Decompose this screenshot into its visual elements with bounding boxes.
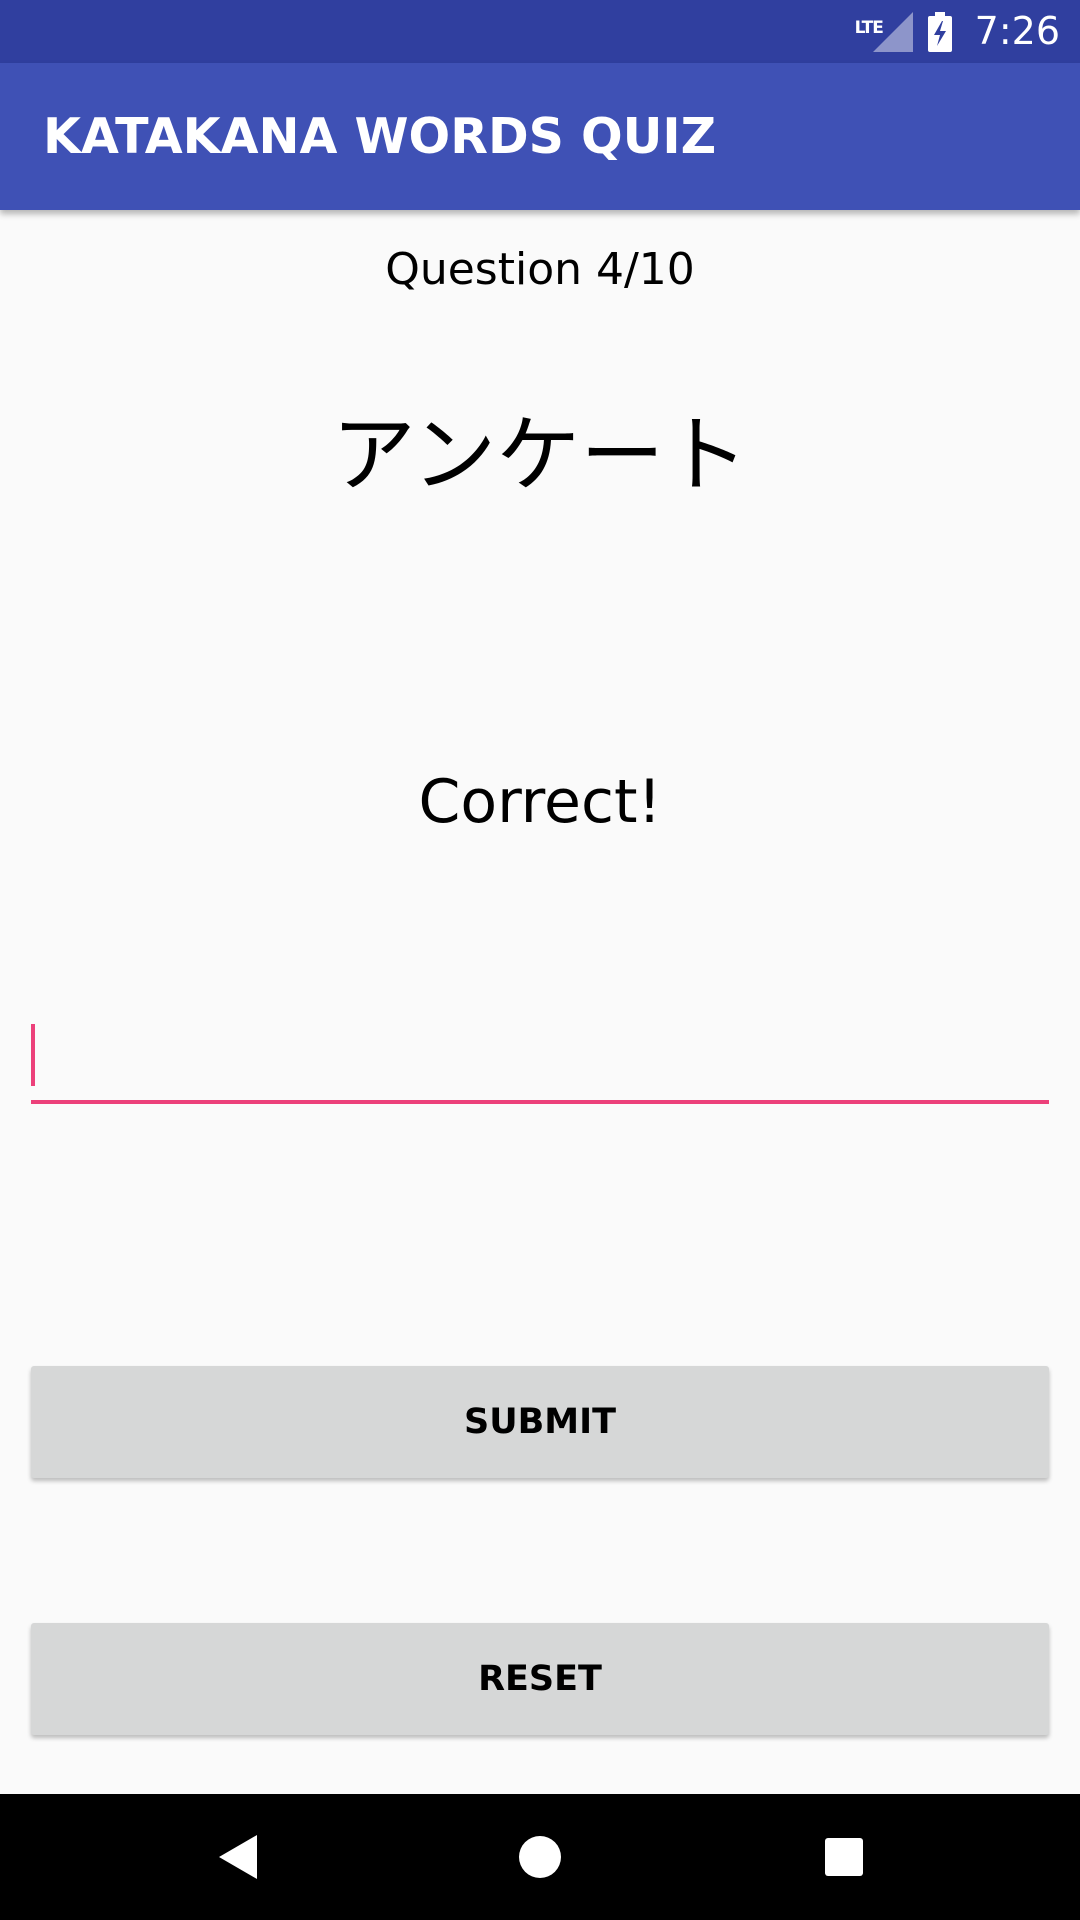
question-counter: Question 4/10 (385, 244, 695, 295)
nav-home-button[interactable] (470, 1794, 610, 1920)
status-indicators: LTE 7:26 (855, 0, 1060, 63)
text-cursor (31, 1024, 35, 1086)
home-circle-icon (519, 1836, 561, 1878)
recents-square-icon (825, 1838, 863, 1876)
navigation-bar (0, 1794, 1080, 1920)
cell-signal-icon (872, 11, 913, 52)
status-clock: 7:26 (974, 9, 1060, 53)
answer-feedback: Correct! (418, 767, 662, 837)
quiz-screen: LTE 7:26 KATAKANA WORDS QUIZ Question 4/… (0, 0, 1080, 1920)
network-indicator: LTE (855, 11, 913, 52)
app-title: KATAKANA WORDS QUIZ (43, 108, 717, 165)
status-bar: LTE 7:26 (0, 0, 1080, 63)
answer-field[interactable] (31, 1020, 1049, 1104)
answer-field-underline (31, 1100, 1049, 1104)
reset-button[interactable]: RESET (31, 1623, 1049, 1735)
battery-charging-icon (927, 11, 952, 52)
nav-back-button[interactable] (168, 1794, 308, 1920)
app-bar: KATAKANA WORDS QUIZ (0, 63, 1080, 210)
nav-recents-button[interactable] (774, 1794, 914, 1920)
submit-button[interactable]: SUBMIT (31, 1366, 1049, 1478)
back-triangle-icon (219, 1835, 257, 1879)
answer-input[interactable] (31, 1020, 1049, 1100)
katakana-word: アンケート (331, 406, 749, 504)
